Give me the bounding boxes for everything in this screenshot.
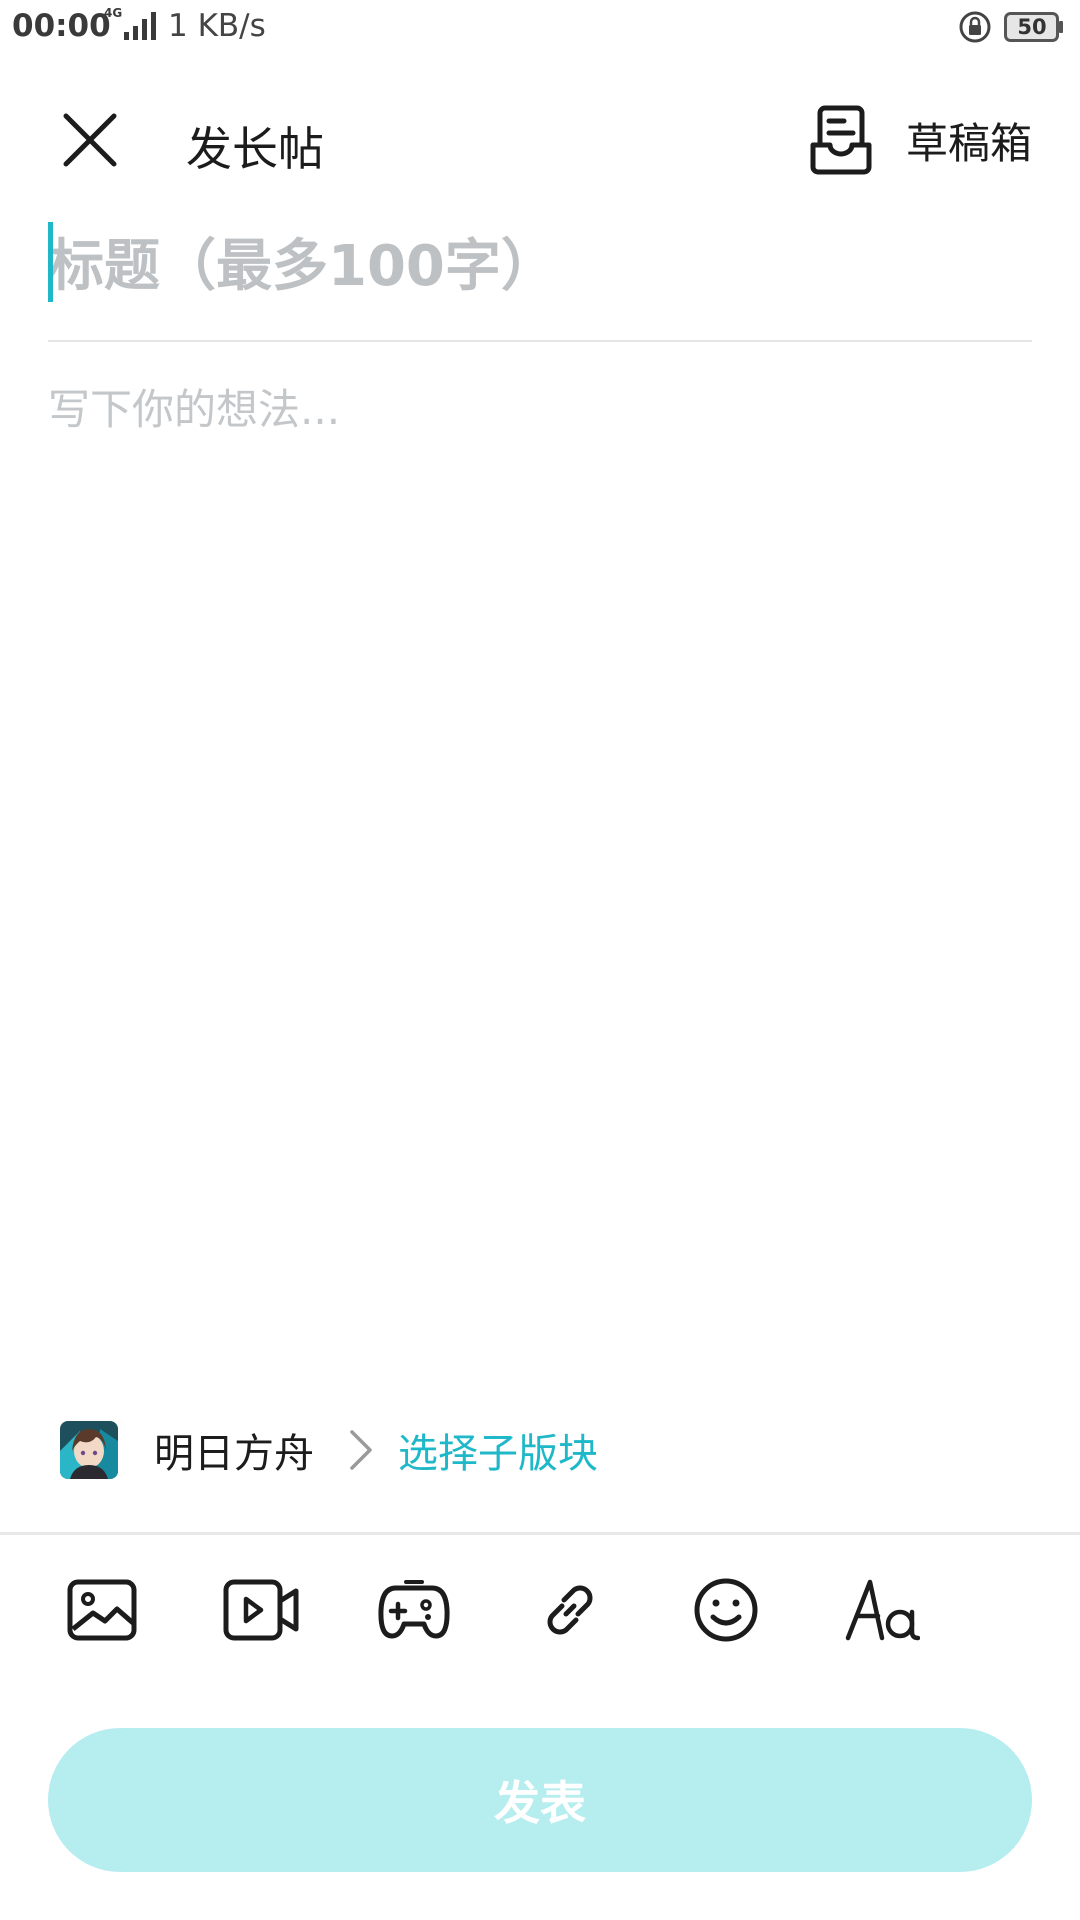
insert-video-button[interactable] [221,1570,301,1650]
forum-name[interactable]: 明日方舟 [154,1421,314,1479]
select-sub-forum-link[interactable]: 选择子版块 [398,1421,598,1479]
link-icon [547,1585,593,1635]
toolbar-divider [0,1532,1080,1535]
status-bar: 00:00 4G 1 KB/s 50 [0,0,1080,56]
status-time: 00:00 [12,8,111,44]
body-input[interactable] [48,376,1032,1376]
page-title: 发长帖 [186,122,324,176]
insert-emoji-button[interactable] [686,1570,766,1650]
battery-level: 50 [1017,15,1047,39]
gamepad-icon [378,1580,450,1639]
title-input[interactable] [48,224,1032,308]
text-format-button[interactable] [842,1570,922,1650]
editor-toolbar [0,1570,1080,1650]
forum-avatar-image [60,1421,118,1479]
network-type: 4G [104,6,123,20]
emoji-icon [694,1578,758,1642]
close-button[interactable] [58,108,122,172]
drafts-box-icon [810,105,872,175]
drafts-button[interactable]: 草稿箱 [810,100,1032,180]
insert-game-button[interactable] [374,1570,454,1650]
title-field-container [48,216,1032,342]
insert-image-button[interactable] [62,1570,142,1650]
chevron-right-icon [350,1430,372,1470]
text-caret [48,222,53,302]
rotation-lock-icon [959,11,991,43]
network-speed: 1 KB/s [168,8,266,44]
forum-avatar [60,1421,118,1479]
text-format-icon [845,1579,920,1641]
signal-icon [124,12,156,40]
video-icon [223,1579,299,1641]
drafts-label: 草稿箱 [905,118,1032,168]
forum-selector: 明日方舟 选择子版块 [60,1420,598,1480]
close-icon [63,113,117,167]
insert-link-button[interactable] [530,1570,610,1650]
image-icon [67,1579,137,1641]
publish-button[interactable]: 发表 [48,1728,1032,1872]
header-bar: 发长帖 草稿箱 [0,80,1080,200]
